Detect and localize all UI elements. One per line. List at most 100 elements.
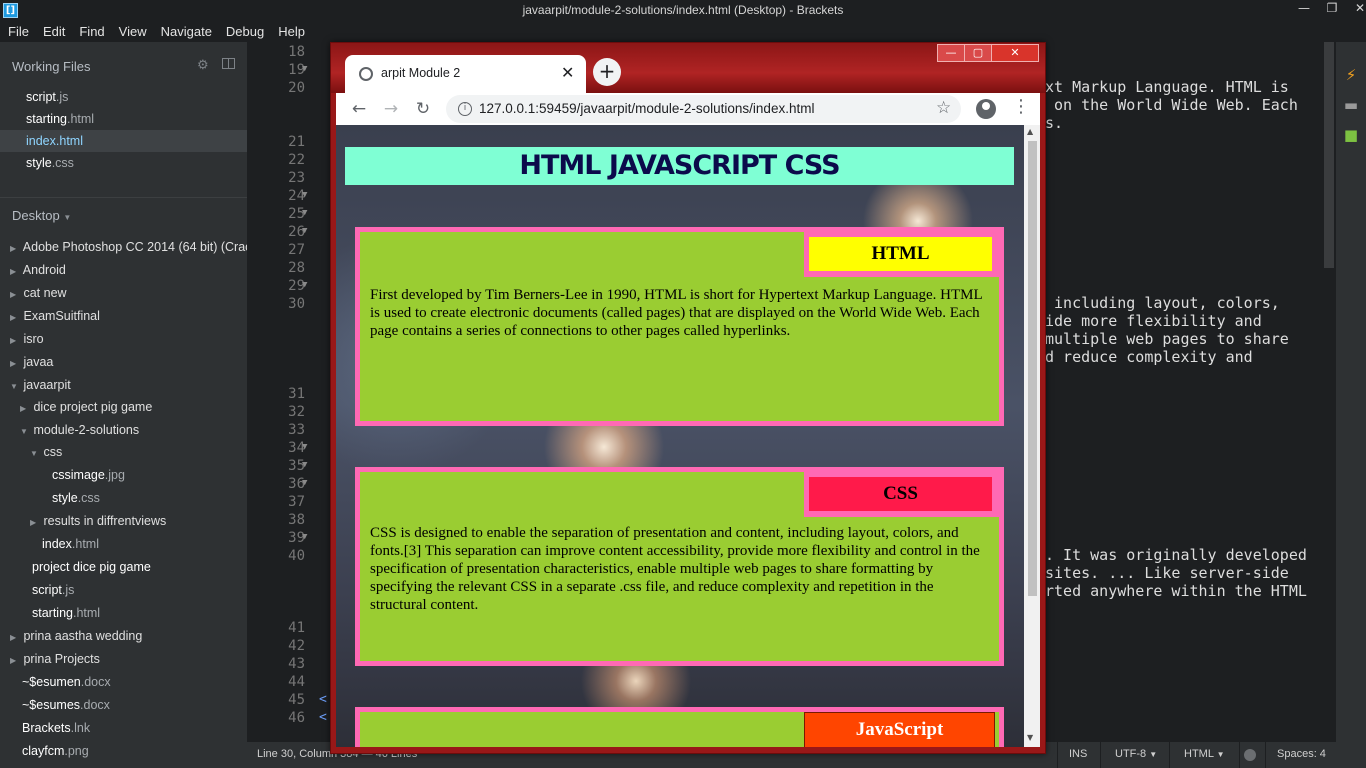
section-label-box: CSS — [804, 472, 999, 517]
working-file-starting-html[interactable]: starting.html — [0, 108, 247, 130]
line-number: 18 — [288, 44, 305, 60]
working-file-script-js[interactable]: script.js — [0, 86, 247, 108]
tree-folder[interactable]: ▶ Android — [10, 259, 66, 281]
tree-file[interactable]: starting.html — [32, 602, 100, 624]
line-number: 42 — [288, 638, 305, 654]
editor-scrollbar[interactable] — [1324, 42, 1334, 268]
menu-help[interactable]: Help — [272, 24, 311, 39]
tree-file[interactable]: cssimage.jpg — [52, 464, 125, 486]
insert-mode[interactable]: INS — [1069, 748, 1087, 760]
menu-find[interactable]: Find — [73, 24, 110, 39]
browser-minimize-icon[interactable]: — — [937, 44, 965, 62]
tree-folder[interactable]: ▶ cat new — [10, 282, 67, 304]
divider — [1057, 742, 1058, 768]
section-label: HTML — [809, 237, 992, 271]
tree-file[interactable]: style.css — [52, 487, 100, 509]
page-scrollbar[interactable]: ▲ ▼ — [1024, 125, 1040, 747]
browser-close-icon[interactable]: ✕ — [991, 44, 1039, 62]
tree-folder[interactable]: ▶ prina Projects — [10, 648, 100, 670]
fold-arrow-icon[interactable]: ▼ — [302, 532, 307, 542]
browser-tab[interactable]: arpit Module 2 ✕ — [345, 55, 586, 93]
fold-arrow-icon[interactable]: ▼ — [302, 64, 307, 74]
close-icon[interactable]: ✕ — [1346, 0, 1366, 20]
menu-debug[interactable]: Debug — [220, 24, 270, 39]
menu-file[interactable]: File — [2, 24, 35, 39]
tree-file[interactable]: Brackets.lnk — [22, 717, 90, 739]
tree-file[interactable]: ~$esumes.docx — [22, 694, 110, 716]
new-tab-button[interactable]: + — [593, 58, 621, 86]
menu-edit[interactable]: Edit — [37, 24, 71, 39]
tree-folder[interactable]: ▶ results in diffrentviews — [30, 510, 166, 532]
fold-arrow-icon[interactable]: ▼ — [302, 478, 307, 488]
back-arrow-icon[interactable]: ← — [347, 97, 371, 121]
fold-arrow-icon[interactable]: ▼ — [302, 190, 307, 200]
tree-folder[interactable]: ▶ ExamSuitfinal — [10, 305, 100, 327]
tree-file[interactable]: clayfcm.png — [22, 740, 89, 762]
section-text: CSS is designed to enable the separation… — [370, 525, 980, 613]
profile-icon[interactable] — [976, 99, 996, 119]
indent-spaces[interactable]: Spaces: 4 — [1277, 748, 1326, 760]
tab-close-icon[interactable]: ✕ — [561, 63, 574, 82]
browser-maximize-icon[interactable]: ▢ — [964, 44, 992, 62]
fold-arrow-icon[interactable]: ▼ — [302, 442, 307, 452]
tree-file[interactable]: index.html — [42, 533, 99, 555]
tree-folder[interactable]: project dice pig game — [32, 556, 151, 578]
tree-file[interactable]: ~$esumen.docx — [22, 671, 111, 693]
section-label: CSS — [809, 477, 992, 511]
fold-arrow-icon[interactable]: ▼ — [302, 226, 307, 236]
maximize-icon[interactable]: ❐ — [1318, 0, 1346, 20]
tree-folder[interactable]: ▶ prina aastha wedding — [10, 625, 142, 647]
language-select[interactable]: HTML ▼ — [1184, 748, 1225, 760]
line-number: 36 — [288, 476, 305, 492]
tree-folder-open[interactable]: ▼ css — [30, 441, 62, 463]
section-text: First developed by Tim Berners-Lee in 19… — [370, 287, 983, 339]
chevron-right-icon: ▶ — [10, 313, 17, 322]
tree-folder-open[interactable]: ▼ javaarpit — [10, 374, 71, 396]
live-preview-icon[interactable]: ⚡ — [1342, 66, 1360, 84]
reload-icon[interactable]: ↻ — [411, 97, 435, 121]
line-number: 34 — [288, 440, 305, 456]
url-text: 127.0.0.1:59459/javaarpit/module-2-solut… — [479, 101, 815, 116]
tree-folder[interactable]: ▶ Adobe Photoshop CC 2014 (64 bit) (Crac — [10, 236, 247, 258]
extension-icon[interactable]: ■ — [1342, 126, 1360, 144]
encoding-select[interactable]: UTF-8 ▼ — [1115, 748, 1157, 760]
scroll-down-icon[interactable]: ▼ — [1027, 733, 1033, 742]
chevron-right-icon: ▶ — [10, 336, 17, 345]
menu-view[interactable]: View — [113, 24, 153, 39]
fold-arrow-icon[interactable]: ▼ — [302, 460, 307, 470]
scrollbar-thumb[interactable] — [1028, 141, 1037, 596]
fold-arrow-icon[interactable]: ▼ — [302, 208, 307, 218]
gear-icon[interactable]: ⚙ — [197, 57, 209, 73]
kebab-menu-icon[interactable]: ⋮ — [1012, 96, 1030, 117]
project-title[interactable]: Desktop ▼ — [12, 208, 71, 223]
working-file-index-html[interactable]: index.html — [0, 130, 247, 152]
chevron-right-icon: ▶ — [10, 656, 17, 665]
line-number: 26 — [288, 224, 305, 240]
tree-folder[interactable]: ▶ dice project pig game — [20, 396, 152, 418]
split-view-icon[interactable] — [222, 58, 235, 69]
minimize-icon[interactable]: — — [1290, 0, 1318, 20]
star-icon[interactable]: ☆ — [936, 98, 951, 118]
code-line: ide more flexibility and — [1045, 312, 1262, 330]
code-line: d reduce complexity and — [1045, 348, 1253, 366]
extension-manager-icon[interactable]: ▬ — [1342, 96, 1360, 114]
scroll-up-icon[interactable]: ▲ — [1027, 127, 1033, 136]
working-file-style-css[interactable]: style.css — [0, 152, 247, 174]
divider — [1169, 742, 1170, 768]
browser-window: — ▢ ✕ arpit Module 2 ✕ + ← → ↻ i 127.0.0… — [330, 42, 1046, 754]
info-icon[interactable]: i — [458, 102, 472, 116]
menu-navigate[interactable]: Navigate — [155, 24, 218, 39]
address-bar[interactable]: i 127.0.0.1:59459/javaarpit/module-2-sol… — [446, 95, 961, 123]
forward-arrow-icon[interactable]: → — [379, 97, 403, 121]
tree-file[interactable]: script.js — [32, 579, 74, 601]
tree-folder-open[interactable]: ▼ module-2-solutions — [20, 419, 139, 441]
page-viewport: HTML JAVASCRIPT CSS HTML First developed… — [336, 125, 1024, 747]
fold-arrow-icon[interactable]: ▼ — [302, 280, 307, 290]
tree-folder[interactable]: ▶ isro — [10, 328, 44, 350]
chevron-down-icon: ▼ — [20, 427, 28, 436]
window-title: javaarpit/module-2-solutions/index.html … — [522, 3, 844, 17]
menu-bar: File Edit Find View Navigate Debug Help — [0, 20, 1366, 42]
sidebar-divider — [0, 197, 247, 198]
tree-folder[interactable]: ▶ javaa — [10, 351, 53, 373]
linter-status-icon[interactable] — [1244, 749, 1256, 761]
